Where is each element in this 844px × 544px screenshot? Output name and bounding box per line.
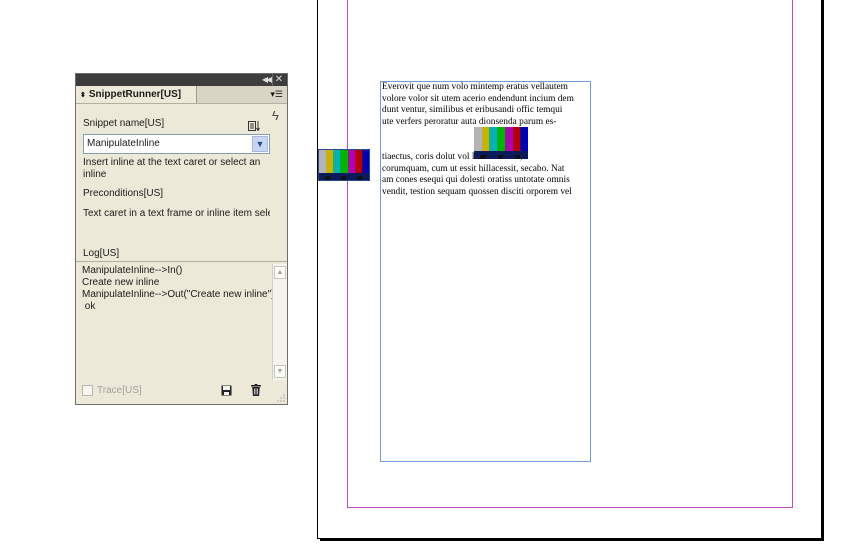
color-bars-top <box>474 127 529 152</box>
bar <box>361 150 369 173</box>
scroll-down-icon[interactable]: ▼ <box>274 365 286 378</box>
bar-marker <box>325 176 330 180</box>
snippet-select-value: ManipulateInline <box>87 138 160 149</box>
preconditions-label: Preconditions[US] <box>83 188 164 199</box>
page-shadow-bottom <box>320 538 824 541</box>
save-icon[interactable] <box>221 385 232 396</box>
bar <box>340 150 348 173</box>
bar <box>347 150 355 173</box>
pasteboard-graphic-color-bars[interactable] <box>318 149 370 181</box>
frame-line: vendit, testion sequam quossen disciti o… <box>382 186 572 197</box>
frame-line: Everovit que num volo mintemp eratus vel… <box>382 82 568 92</box>
color-bars-top <box>319 150 369 173</box>
frame-line: am cones esequi qui dolesti oratiss unto… <box>382 175 570 186</box>
color-bars-bottom <box>474 151 528 159</box>
updown-arrows-icon: ⬍ <box>80 92 86 99</box>
inline-graphic-color-bars[interactable] <box>474 127 529 159</box>
trash-icon[interactable] <box>251 384 261 396</box>
frame-line: dunt ventur, similibus et eribusandi off… <box>382 105 563 116</box>
preconditions-text: Text caret in a text frame or inline ite… <box>83 208 270 219</box>
trace-label: Trace[US] <box>97 385 142 396</box>
page-shadow-right <box>821 0 824 541</box>
bar <box>474 127 482 152</box>
bar <box>354 150 362 173</box>
sort-icon[interactable] <box>248 121 260 131</box>
chevron-down-icon[interactable]: ▼ <box>252 136 268 152</box>
bar-marker <box>357 176 362 180</box>
frame-paragraph-1: Everovit que num volo mintemp eratus vel… <box>381 82 590 129</box>
scroll-up-icon[interactable]: ▲ <box>274 266 286 279</box>
snippet-name-label: Snippet name[US] <box>83 118 165 129</box>
trace-checkbox[interactable]: Trace[US] <box>82 385 142 396</box>
checkbox-box[interactable] <box>82 385 93 396</box>
tab-label: SnippetRunner[US] <box>88 89 182 100</box>
bar <box>326 150 334 173</box>
bar <box>481 127 490 152</box>
bar <box>333 150 341 173</box>
bar-marker <box>480 155 486 159</box>
frame-line: corumquam, cum ut essit hillacessit, sec… <box>382 163 565 174</box>
panel-menu-icon[interactable]: ▾☰ <box>270 88 283 100</box>
snippet-runner-panel: ◀◀ ✕ ⬍ SnippetRunner[US] ▾☰ Snippet name[… <box>75 73 288 405</box>
snippet-description: Insert inline at the text caret or selec… <box>83 157 261 180</box>
color-bars-bottom <box>319 172 369 180</box>
resize-grip-icon[interactable] <box>277 394 285 402</box>
frame-line: volore volor sit utem acerio endendunt i… <box>382 93 574 104</box>
bar-marker <box>497 155 504 159</box>
panel-titlebar[interactable]: ◀◀ ✕ <box>76 74 287 86</box>
double-chevron-left-icon[interactable]: ◀◀ <box>260 74 272 86</box>
tab-snippet-runner[interactable]: ⬍ SnippetRunner[US] <box>76 86 197 103</box>
bar <box>319 150 327 173</box>
panel-tab-strip: ⬍ SnippetRunner[US] <box>76 86 287 104</box>
lightning-icon[interactable]: ϟ <box>272 108 279 123</box>
log-label: Log[US] <box>83 248 120 259</box>
bar-marker <box>341 176 346 180</box>
bar <box>512 127 521 152</box>
close-icon[interactable]: ✕ <box>272 74 285 86</box>
snippet-select[interactable]: ManipulateInline ▼ <box>83 134 270 154</box>
bar <box>489 127 498 152</box>
bar-marker <box>515 155 521 159</box>
log-scrollbar[interactable]: ▲ ▼ <box>272 264 287 380</box>
bar <box>520 127 529 152</box>
log-text: ManipulateInline-->In() Create new inlin… <box>82 265 275 312</box>
bar <box>497 127 505 152</box>
bar <box>504 127 513 152</box>
log-area[interactable]: ManipulateInline-->In() Create new inlin… <box>76 261 287 382</box>
